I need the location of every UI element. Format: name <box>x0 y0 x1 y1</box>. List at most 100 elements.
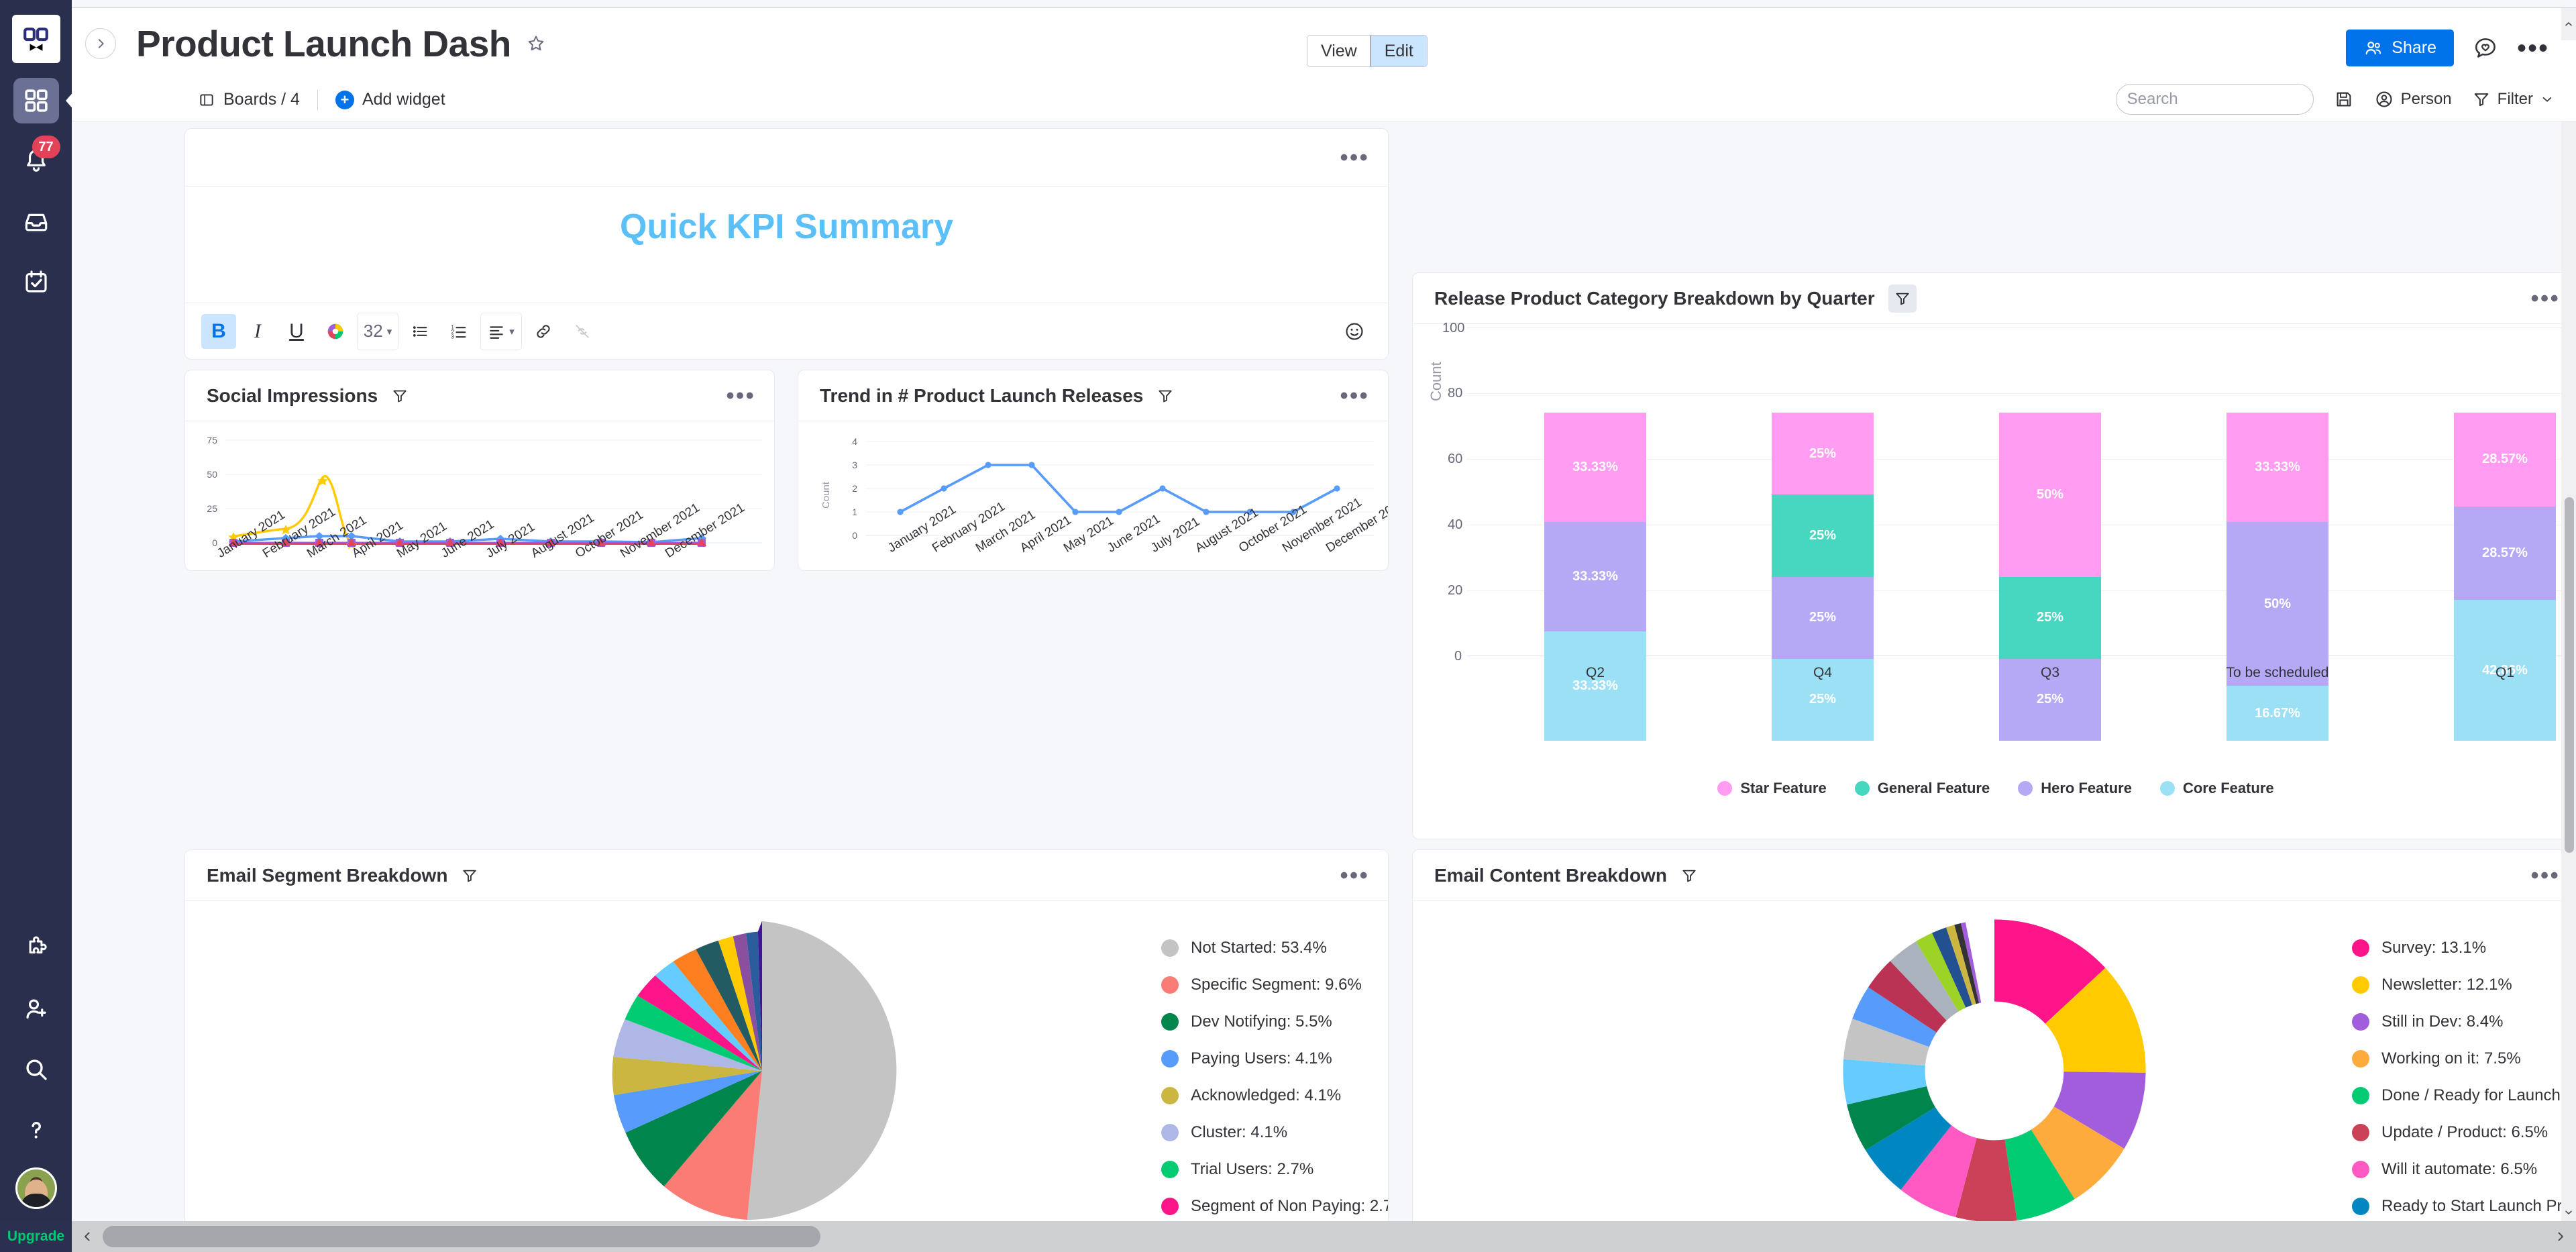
bullet-list-button[interactable] <box>402 314 437 349</box>
sidebar-item-invite[interactable] <box>13 986 59 1032</box>
unlink-button[interactable] <box>565 314 600 349</box>
legend-item[interactable]: Still in Dev: 8.4% <box>2352 1003 2576 1040</box>
sidebar-item-apps[interactable] <box>13 926 59 972</box>
widget-trend-releases[interactable]: Trend in # Product Launch Releases ••• 4… <box>798 370 1389 571</box>
add-widget-button[interactable]: + Add widget <box>335 90 445 109</box>
sidebar-item-workspace[interactable] <box>13 78 59 123</box>
legend-swatch <box>2352 939 2369 957</box>
svg-text:75: 75 <box>207 435 217 446</box>
underline-button[interactable]: U <box>279 314 314 349</box>
pie-more-button[interactable]: ••• <box>1340 863 1369 886</box>
bold-button[interactable]: B <box>201 313 236 349</box>
sidebar-item-my-work[interactable] <box>13 259 59 305</box>
legend-item[interactable]: Core Feature <box>2159 780 2274 797</box>
sidebar-item-inbox[interactable] <box>13 199 59 244</box>
legend-swatch <box>1854 781 1870 796</box>
scroll-down-button[interactable] <box>2561 1204 2576 1221</box>
legend-item[interactable]: Cluster: 4.1% <box>1161 1114 1388 1151</box>
person-filter-button[interactable]: Person <box>2374 89 2452 109</box>
numbered-list-button[interactable]: 1 2 3 <box>441 314 476 349</box>
search-input-wrapper[interactable] <box>2115 84 2335 115</box>
legend-item[interactable]: Trial Users: 2.7% <box>1161 1151 1388 1188</box>
vertical-scroll-thumb[interactable] <box>2565 497 2574 853</box>
save-button[interactable] <box>2334 89 2354 109</box>
legend-item[interactable]: Acknowledged: 4.1% <box>1161 1077 1388 1114</box>
bar-segment: 50% <box>2226 521 2328 686</box>
funnel-icon[interactable] <box>391 387 409 405</box>
legend-item[interactable]: Paying Users: 4.1% <box>1161 1040 1388 1077</box>
funnel-icon[interactable] <box>1157 387 1174 405</box>
inbox-icon <box>25 213 47 231</box>
kpi-text[interactable]: Quick KPI Summary <box>185 207 1388 247</box>
funnel-icon[interactable] <box>1680 867 1698 884</box>
chat-heart-icon[interactable] <box>2473 36 2498 61</box>
bar-column-to-be-scheduled[interactable]: 33.33% 50% 16.67% <box>2226 413 2328 741</box>
emoji-button[interactable] <box>1337 314 1372 349</box>
legend-item[interactable]: Survey: 13.1% <box>2352 929 2576 966</box>
donut-chart-svg[interactable] <box>1837 913 2152 1221</box>
star-outline-icon[interactable] <box>526 34 546 54</box>
header-more-button[interactable]: ••• <box>2517 35 2549 62</box>
widget-quick-kpi-summary[interactable]: ••• Quick KPI Summary B I U 32 ▾ 1 2 3 ▾ <box>184 128 1389 360</box>
bar-column-q2[interactable]: 33.33% 33.33% 33.33% <box>1544 413 1646 741</box>
collapse-sidebar-button[interactable] <box>85 28 116 59</box>
view-edit-toggle[interactable]: View Edit <box>1307 35 1428 67</box>
legend-item[interactable]: General Feature <box>1854 780 1990 797</box>
boards-breadcrumb[interactable]: Boards / 4 <box>198 90 300 109</box>
legend-item[interactable]: Newsletter: 12.1% <box>2352 966 2576 1003</box>
legend-item[interactable]: Star Feature <box>1717 780 1827 797</box>
scroll-left-button[interactable] <box>72 1221 103 1252</box>
legend-item[interactable]: Done / Ready for Launch: 6.5% <box>2352 1077 2576 1114</box>
legend-item[interactable]: Not Started: 53.4% <box>1161 929 1388 966</box>
kpi-more-button[interactable]: ••• <box>1340 145 1369 168</box>
widget-email-segment-breakdown[interactable]: Email Segment Breakdown ••• Not Started:… <box>184 849 1389 1221</box>
text-color-button[interactable] <box>318 314 353 349</box>
funnel-icon[interactable] <box>1888 284 1917 313</box>
donut-widget-header: Email Content Breakdown ••• <box>1413 850 2576 901</box>
legend-item[interactable]: Working on it: 7.5% <box>2352 1040 2576 1077</box>
app-logo[interactable] <box>11 15 60 63</box>
legend-item[interactable]: Hero Feature <box>2018 780 2132 797</box>
view-tab[interactable]: View <box>1307 36 1371 66</box>
social-more-button[interactable]: ••• <box>726 383 755 407</box>
horizontal-scroll-track[interactable] <box>103 1221 2545 1252</box>
page-title: Product Launch Dash <box>136 22 511 64</box>
vertical-scrollbar[interactable] <box>2561 121 2576 1221</box>
edit-tab[interactable]: Edit <box>1370 36 1427 66</box>
donut-legend: Survey: 13.1% Newsletter: 12.1% Still in… <box>2352 929 2576 1221</box>
horizontal-scrollbar[interactable] <box>72 1221 2576 1252</box>
top-strip <box>72 0 2576 8</box>
bar-column-q4[interactable]: 25% 25% 25% 25% <box>1772 413 1874 741</box>
legend-item[interactable]: Update / Product: 6.5% <box>2352 1114 2576 1151</box>
scroll-up-button[interactable] <box>2561 8 2576 40</box>
horizontal-scroll-thumb[interactable] <box>103 1226 820 1247</box>
link-button[interactable] <box>526 314 561 349</box>
avatar[interactable] <box>15 1167 57 1209</box>
bar-column-q1[interactable]: 28.57% 28.57% 42.86% <box>2454 413 2556 741</box>
sidebar-item-search[interactable] <box>13 1047 59 1092</box>
legend-item[interactable]: Segment of Non Paying: 2.7% <box>1161 1188 1388 1221</box>
legend-item[interactable]: Will it automate: 6.5% <box>2352 1151 2576 1188</box>
font-size-select[interactable]: 32 ▾ <box>357 312 398 350</box>
funnel-icon[interactable] <box>461 867 478 884</box>
upgrade-button[interactable]: Upgrade <box>0 1221 72 1252</box>
widget-social-impressions[interactable]: Social Impressions ••• 75 25 50 0 Januar… <box>184 370 775 571</box>
donut-more-button[interactable]: ••• <box>2530 863 2560 886</box>
italic-button[interactable]: I <box>240 314 275 349</box>
pie-chart-svg[interactable] <box>604 913 920 1221</box>
filter-button[interactable]: Filter <box>2472 90 2555 109</box>
share-button[interactable]: Share <box>2346 30 2454 66</box>
scroll-right-button[interactable] <box>2545 1221 2576 1252</box>
widget-release-category-breakdown[interactable]: Release Product Category Breakdown by Qu… <box>1412 272 2576 839</box>
trend-more-button[interactable]: ••• <box>1340 383 1369 407</box>
align-select[interactable]: ▾ <box>480 312 522 350</box>
legend-item[interactable]: Specific Segment: 9.6% <box>1161 966 1388 1003</box>
sidebar-item-notifications[interactable]: 77 <box>13 136 60 184</box>
bars-more-button[interactable]: ••• <box>2530 286 2560 309</box>
search-input[interactable] <box>2127 90 2335 109</box>
legend-item[interactable]: Dev Notifying: 5.5% <box>1161 1003 1388 1040</box>
sidebar-item-help[interactable] <box>13 1107 59 1153</box>
bar-column-q3[interactable]: 50% 25% 25% <box>1999 413 2101 741</box>
legend-item[interactable]: Ready to Start Launch Pr...: 5.6% <box>2352 1188 2576 1221</box>
widget-email-content-breakdown[interactable]: Email Content Breakdown ••• Survey: 13.1… <box>1412 849 2576 1221</box>
